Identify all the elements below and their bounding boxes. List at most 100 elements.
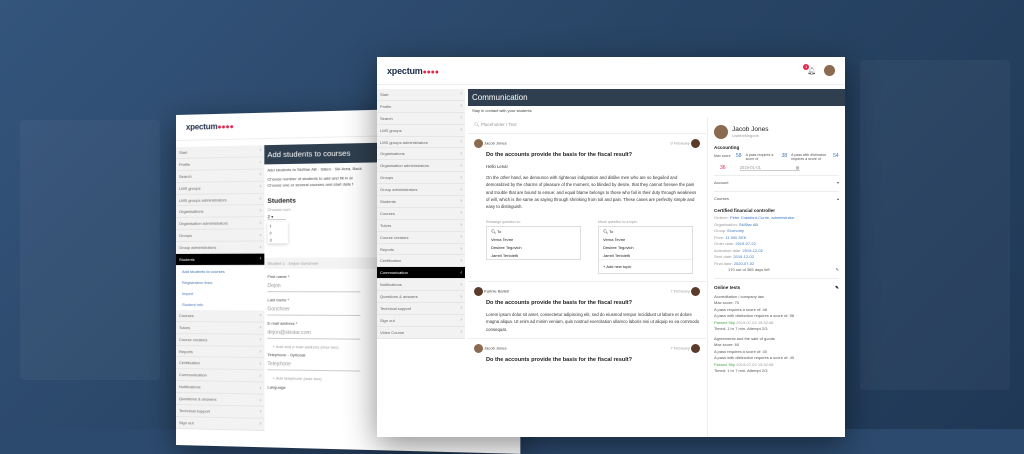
sidebar-item[interactable]: Courses ›	[176, 309, 265, 323]
sidebar-item[interactable]: Students ›	[377, 196, 465, 208]
sidebar-item[interactable]: LMS groups administrators ›	[377, 137, 465, 149]
chevron-right-icon: ›	[259, 195, 262, 202]
list-item[interactable]: Jarrell Tertoletti	[487, 251, 580, 259]
sidebar-item[interactable]: Group administrators ›	[176, 241, 265, 255]
chevron-right-icon: ›	[259, 312, 262, 319]
sidebar-item-label: Notifications	[380, 282, 402, 288]
course-row-label: Final date:	[714, 260, 733, 266]
logo[interactable]: xpectum●●●●	[186, 122, 234, 132]
sidebar-item[interactable]: Video Course ›	[377, 327, 465, 339]
sidebar-item[interactable]: Reports ›	[377, 244, 465, 256]
sidebar-subitem[interactable]: Student info	[176, 298, 265, 311]
courses-section[interactable]: Courses ▴	[714, 196, 839, 203]
sidebar-item[interactable]: Course creators ›	[377, 232, 465, 244]
edit-icon[interactable]: ✎	[836, 267, 839, 274]
sidebar-subitem[interactable]: Add students to courses	[176, 265, 265, 277]
date-field[interactable]: 2019-01-01 ▦	[739, 165, 800, 171]
list-item[interactable]: Desiree Tegovich	[487, 243, 580, 251]
sidebar-item[interactable]: Organisations ›	[377, 148, 465, 161]
sidebar-item[interactable]: Courses ›	[377, 208, 465, 220]
chevron-right-icon: ›	[460, 293, 462, 300]
avatar[interactable]	[824, 65, 835, 76]
chevron-right-icon: ›	[460, 186, 462, 193]
phone-field[interactable]: Telephone	[267, 359, 361, 372]
accounting-title: Accounting	[714, 145, 740, 150]
post-question: Do the accounts provide the basis for th…	[486, 356, 633, 363]
search-input[interactable]: 🔍︎ Placeholder / Text	[468, 117, 706, 134]
sidebar-item-label: Technical support	[380, 305, 412, 311]
course-row-label: Sent date:	[714, 254, 733, 259]
email-field[interactable]: dejon@skistar.com	[267, 327, 361, 340]
sidebar-item[interactable]: Certification ›	[377, 255, 465, 268]
chevron-right-icon: ›	[259, 171, 262, 178]
sidebar-item-label: Course creators	[178, 336, 208, 342]
logo[interactable]: xpectum●●●●	[387, 66, 439, 76]
chevron-right-icon: ›	[259, 336, 262, 343]
calendar-icon[interactable]: ▦	[796, 165, 800, 170]
sidebar-item[interactable]: Organisation administrators ›	[377, 160, 465, 173]
list-item[interactable]: Verna Tevne	[487, 235, 580, 243]
move-label: Move question to a topic:	[598, 220, 638, 225]
sidebar-item[interactable]: Organisation administrators ›	[176, 217, 265, 231]
last-name-field[interactable]: Gonchner	[267, 304, 361, 317]
num-dropdown: 123	[267, 222, 287, 243]
chevron-right-icon: ›	[259, 409, 262, 416]
list-item[interactable]: Verna Tevne	[599, 235, 692, 243]
bell-icon[interactable]: 🔔︎ 1	[803, 63, 816, 75]
sidebar-item[interactable]: Tutors ›	[377, 220, 465, 232]
sidebar-item[interactable]: Search ›	[377, 113, 465, 125]
sidebar-item[interactable]: Students ‹	[176, 253, 265, 266]
sidebar-item-label: Questions & answers	[380, 294, 418, 300]
sidebar-item[interactable]: LMS groups administrators ›	[176, 193, 265, 207]
sidebar-item[interactable]: Tutors ›	[176, 321, 265, 335]
sidebar-item[interactable]: Sign out ›	[377, 315, 465, 327]
post: Karlnie Bartell 7 February Do the accoun…	[468, 282, 706, 339]
move-search[interactable]: 🔍︎ To	[599, 227, 692, 235]
account-section[interactable]: Account ▾	[714, 180, 839, 187]
post-body: On the other hand, we denounce with righ…	[486, 175, 697, 210]
sidebar-item-label: LMS groups	[380, 127, 402, 133]
chevron-right-icon: ›	[460, 257, 462, 264]
sidebar-item[interactable]: Profile ›	[377, 101, 465, 113]
chevron-right-icon: ›	[460, 222, 462, 229]
sidebar-item[interactable]: Communication ‹	[377, 267, 465, 280]
sidebar-subitem[interactable]: Registration links	[176, 276, 265, 289]
list-item[interactable]: Jarrell Tertoletti	[599, 251, 692, 259]
post-author: Jacob Jones	[484, 345, 507, 351]
num-option[interactable]: 3	[267, 236, 287, 243]
first-name-field[interactable]: Dejon	[267, 281, 361, 293]
sidebar-item[interactable]: Start ›	[377, 89, 465, 101]
course-row-value: 2019-12-02	[733, 254, 754, 259]
sidebar-item[interactable]: Questions & answers ›	[377, 291, 465, 304]
add-topic-button[interactable]: + Add new topic	[599, 259, 692, 273]
sidebar-item-label: Groups	[380, 175, 394, 181]
sidebar-item[interactable]: Organisations ›	[176, 205, 265, 219]
sidebar-item[interactable]: Group administrators ›	[377, 184, 465, 197]
sidebar-item[interactable]: Technical support ›	[377, 303, 465, 315]
edit-icon[interactable]: ✎	[835, 285, 839, 291]
reassign-search[interactable]: 🔍︎ To	[487, 227, 580, 235]
sidebar-item[interactable]: Groups ›	[176, 229, 265, 243]
chevron-right-icon: ›	[259, 324, 262, 331]
sidebar-item-label: Tutors	[178, 324, 191, 330]
sidebar-item[interactable]: Reports ›	[176, 345, 265, 359]
chevron-right-icon: ›	[460, 103, 462, 110]
post-date: 7 February	[670, 345, 690, 351]
sidebar-item[interactable]: Notifications ›	[377, 279, 465, 292]
test-timed: Timed: 1 hr 7 min. Attempt 2/3	[714, 368, 768, 373]
sidebar-item-label: LMS groups administrators	[178, 196, 227, 203]
sidebar-subitem[interactable]: Import	[176, 287, 265, 300]
sidebar-item[interactable]: LMS groups ›	[377, 125, 465, 137]
sidebar-item-label: Profile	[380, 103, 392, 109]
sidebar-item[interactable]: Course creators ›	[176, 333, 265, 347]
bg-shape	[20, 120, 160, 380]
sidebar-item-label: Search	[178, 173, 192, 179]
list-item[interactable]: Desiree Tegovich	[599, 243, 692, 251]
move-box: 🔍︎ To Verna Tevne Desiree Tegovich Jarrell…	[598, 226, 693, 275]
sidebar-item[interactable]: Groups ›	[377, 172, 465, 185]
course-row-value: SkiStar AB	[738, 221, 759, 227]
num-select[interactable]: 2 ▾	[267, 213, 286, 221]
course-row-value: Peter Crawford-Currie, administrator	[730, 215, 795, 220]
sidebar-item-label: Courses	[380, 210, 395, 216]
sidebar-item-label: Video Course	[380, 329, 405, 335]
